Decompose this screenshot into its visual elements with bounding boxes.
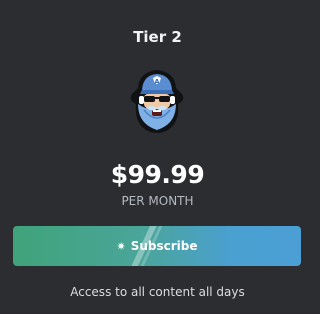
svg-text:A: A bbox=[154, 78, 160, 86]
tier-description: Access to all content all days bbox=[70, 285, 245, 299]
billing-period: PER MONTH bbox=[121, 194, 194, 208]
price: $99.99 bbox=[110, 160, 205, 189]
tier-title: Tier 2 bbox=[133, 28, 182, 46]
tier-card: Tier 2 A $99.99 PER MONTH ✷ Subscribe Ac… bbox=[0, 0, 315, 314]
bearded-sailor-mascot-icon: A bbox=[130, 70, 184, 133]
subscribe-button[interactable]: ✷ Subscribe bbox=[13, 226, 301, 266]
sparkle-icon: ✷ bbox=[116, 239, 126, 253]
